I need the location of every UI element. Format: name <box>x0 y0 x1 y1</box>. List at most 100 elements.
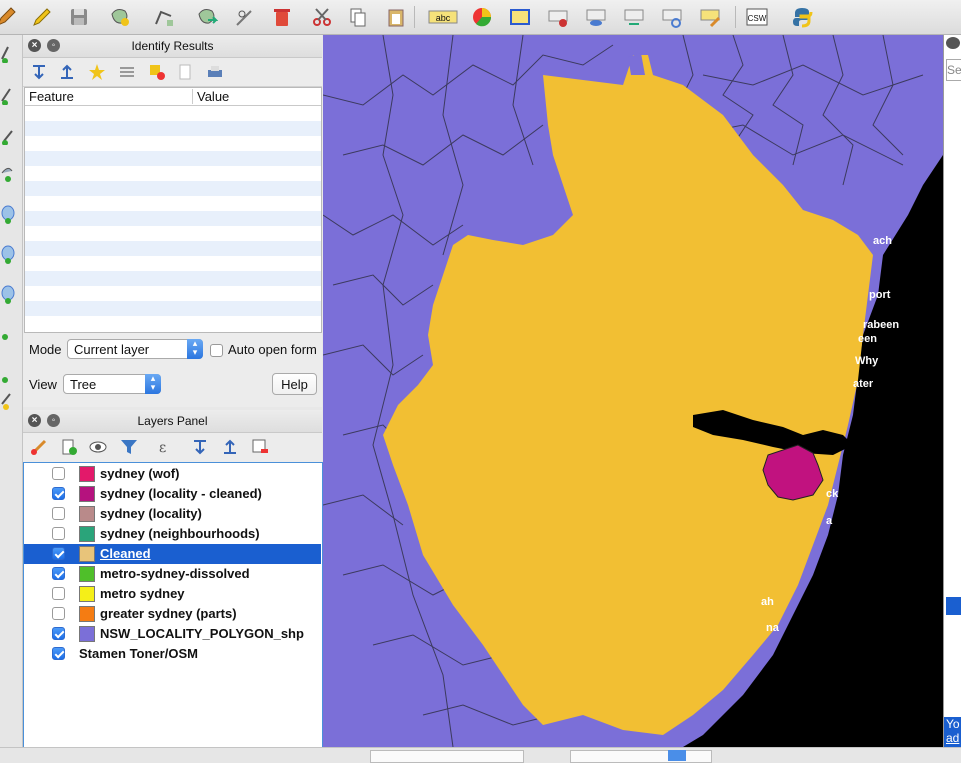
map-canvas[interactable]: ach port rabeen een Why ater ck a ah na <box>323 35 943 747</box>
toggle-editing-icon[interactable] <box>30 5 54 29</box>
layer-symbol-swatch[interactable] <box>79 566 95 582</box>
csw-icon[interactable]: CSW <box>745 5 769 29</box>
add-layer-icon[interactable] <box>0 390 20 410</box>
layer-symbol-swatch[interactable] <box>79 506 95 522</box>
layer-row[interactable]: metro sydney <box>24 584 321 604</box>
layer-symbol-swatch[interactable] <box>79 546 95 562</box>
layer-symbol-swatch[interactable] <box>79 586 95 602</box>
scale-field[interactable] <box>570 750 712 763</box>
layer-visibility-checkbox[interactable] <box>52 647 65 660</box>
view-select[interactable]: Tree ▴ ▾ <box>63 374 161 394</box>
expand-all-icon[interactable] <box>190 437 210 457</box>
diagram-icon[interactable] <box>470 5 494 29</box>
table-header: Feature Value <box>25 88 321 106</box>
python-icon[interactable] <box>790 5 814 29</box>
help-button[interactable]: Help <box>272 373 317 395</box>
move-label-icon[interactable] <box>622 5 646 29</box>
layer-symbol-swatch[interactable] <box>79 486 95 502</box>
mode-select[interactable]: Current layer ▴ ▾ <box>67 339 203 359</box>
node-editor-icon[interactable] <box>233 5 257 29</box>
auto-open-form-label: Auto open form <box>228 342 317 357</box>
copy-icon[interactable] <box>346 5 370 29</box>
label-pin-icon[interactable] <box>508 5 532 29</box>
move-feature-icon[interactable] <box>195 5 219 29</box>
scale-dropdown[interactable] <box>668 750 686 761</box>
add-layer-icon[interactable] <box>0 327 20 347</box>
cut-icon[interactable] <box>310 5 334 29</box>
clear-highlights-icon[interactable] <box>147 62 167 82</box>
identify-results-panel: × ◦ Identify Results Feature Value Mode … <box>23 35 322 407</box>
paste-icon[interactable] <box>384 5 408 29</box>
layer-row[interactable]: greater sydney (parts) <box>24 604 321 624</box>
layer-visibility-checkbox[interactable] <box>52 487 65 500</box>
layer-row[interactable]: sydney (locality) <box>24 504 321 524</box>
style-brush-icon[interactable] <box>29 437 49 457</box>
layer-row[interactable]: sydney (locality - cleaned) <box>24 484 321 504</box>
collapse-all-icon[interactable] <box>220 437 240 457</box>
expand-new-icon[interactable] <box>87 62 107 82</box>
add-group-icon[interactable] <box>59 437 79 457</box>
expand-all-icon[interactable] <box>29 62 49 82</box>
add-layer-icon[interactable] <box>0 85 20 105</box>
value-column-header[interactable]: Value <box>192 89 229 104</box>
label-icon[interactable]: abc <box>428 5 458 29</box>
visibility-eye-icon[interactable] <box>89 437 109 457</box>
node-tool-icon[interactable] <box>152 5 176 29</box>
layer-symbol-swatch[interactable] <box>79 606 95 622</box>
expression-filter-icon[interactable]: ε <box>157 437 177 457</box>
filter-icon[interactable] <box>119 437 139 457</box>
auto-open-form-checkbox[interactable] <box>210 344 223 357</box>
chevron-updown-icon: ▴ ▾ <box>187 339 203 359</box>
print-icon[interactable] <box>205 62 225 82</box>
left-tool-strip <box>0 35 23 762</box>
label-highlight-icon[interactable] <box>546 5 570 29</box>
remove-layer-icon[interactable] <box>250 437 270 457</box>
copy-feature-icon[interactable] <box>175 62 195 82</box>
layer-name: sydney (locality) <box>100 506 202 521</box>
add-layer-icon[interactable] <box>0 125 20 145</box>
layer-row[interactable]: sydney (wof) <box>24 464 321 484</box>
selected-item[interactable] <box>946 597 961 615</box>
identify-results-table[interactable]: Feature Value <box>24 87 322 333</box>
layer-visibility-checkbox[interactable] <box>52 507 65 520</box>
layer-visibility-checkbox[interactable] <box>52 527 65 540</box>
search-input[interactable]: Se <box>946 59 961 81</box>
info-banner[interactable]: Yo ad <box>944 717 961 747</box>
coast-label: rabeen <box>863 319 899 331</box>
layer-visibility-checkbox[interactable] <box>52 627 65 640</box>
layer-visibility-checkbox[interactable] <box>52 587 65 600</box>
add-layer-icon[interactable] <box>0 205 20 225</box>
layer-tree[interactable]: sydney (wof) sydney (locality - cleaned) s… <box>23 462 323 752</box>
layer-visibility-checkbox[interactable] <box>52 547 65 560</box>
layer-row[interactable]: sydney (neighbourhoods) <box>24 524 321 544</box>
add-feature-icon[interactable] <box>108 5 132 29</box>
feature-column-header[interactable]: Feature <box>29 89 74 104</box>
delete-icon[interactable] <box>270 5 294 29</box>
rotate-label-icon[interactable] <box>660 5 684 29</box>
layer-symbol-swatch[interactable] <box>79 466 95 482</box>
banner-link[interactable]: ad <box>946 731 961 745</box>
layer-symbol-swatch[interactable] <box>79 626 95 642</box>
close-panel-icon[interactable] <box>946 37 960 49</box>
coordinate-field[interactable] <box>370 750 524 763</box>
layer-visibility-checkbox[interactable] <box>52 567 65 580</box>
add-layer-icon[interactable] <box>0 285 20 305</box>
clear-results-icon[interactable] <box>117 62 137 82</box>
node-tool-icon[interactable] <box>0 43 20 63</box>
save-layer-icon[interactable] <box>67 5 91 29</box>
layer-visibility-checkbox[interactable] <box>52 607 65 620</box>
add-layer-icon[interactable] <box>0 370 20 390</box>
change-label-icon[interactable] <box>698 5 722 29</box>
show-label-icon[interactable] <box>584 5 608 29</box>
layer-visibility-checkbox[interactable] <box>52 467 65 480</box>
layer-name: Cleaned <box>100 546 151 561</box>
layer-row[interactable]: Cleaned <box>24 544 321 564</box>
layer-row[interactable]: Stamen Toner/OSM <box>24 644 321 664</box>
layer-row[interactable]: metro-sydney-dissolved <box>24 564 321 584</box>
layer-symbol-swatch[interactable] <box>79 526 95 542</box>
layer-row[interactable]: NSW_LOCALITY_POLYGON_shp <box>24 624 321 644</box>
add-layer-icon[interactable] <box>0 245 20 265</box>
pencil-icon[interactable] <box>0 5 18 29</box>
collapse-all-icon[interactable] <box>57 62 77 82</box>
add-layer-icon[interactable] <box>0 163 20 183</box>
